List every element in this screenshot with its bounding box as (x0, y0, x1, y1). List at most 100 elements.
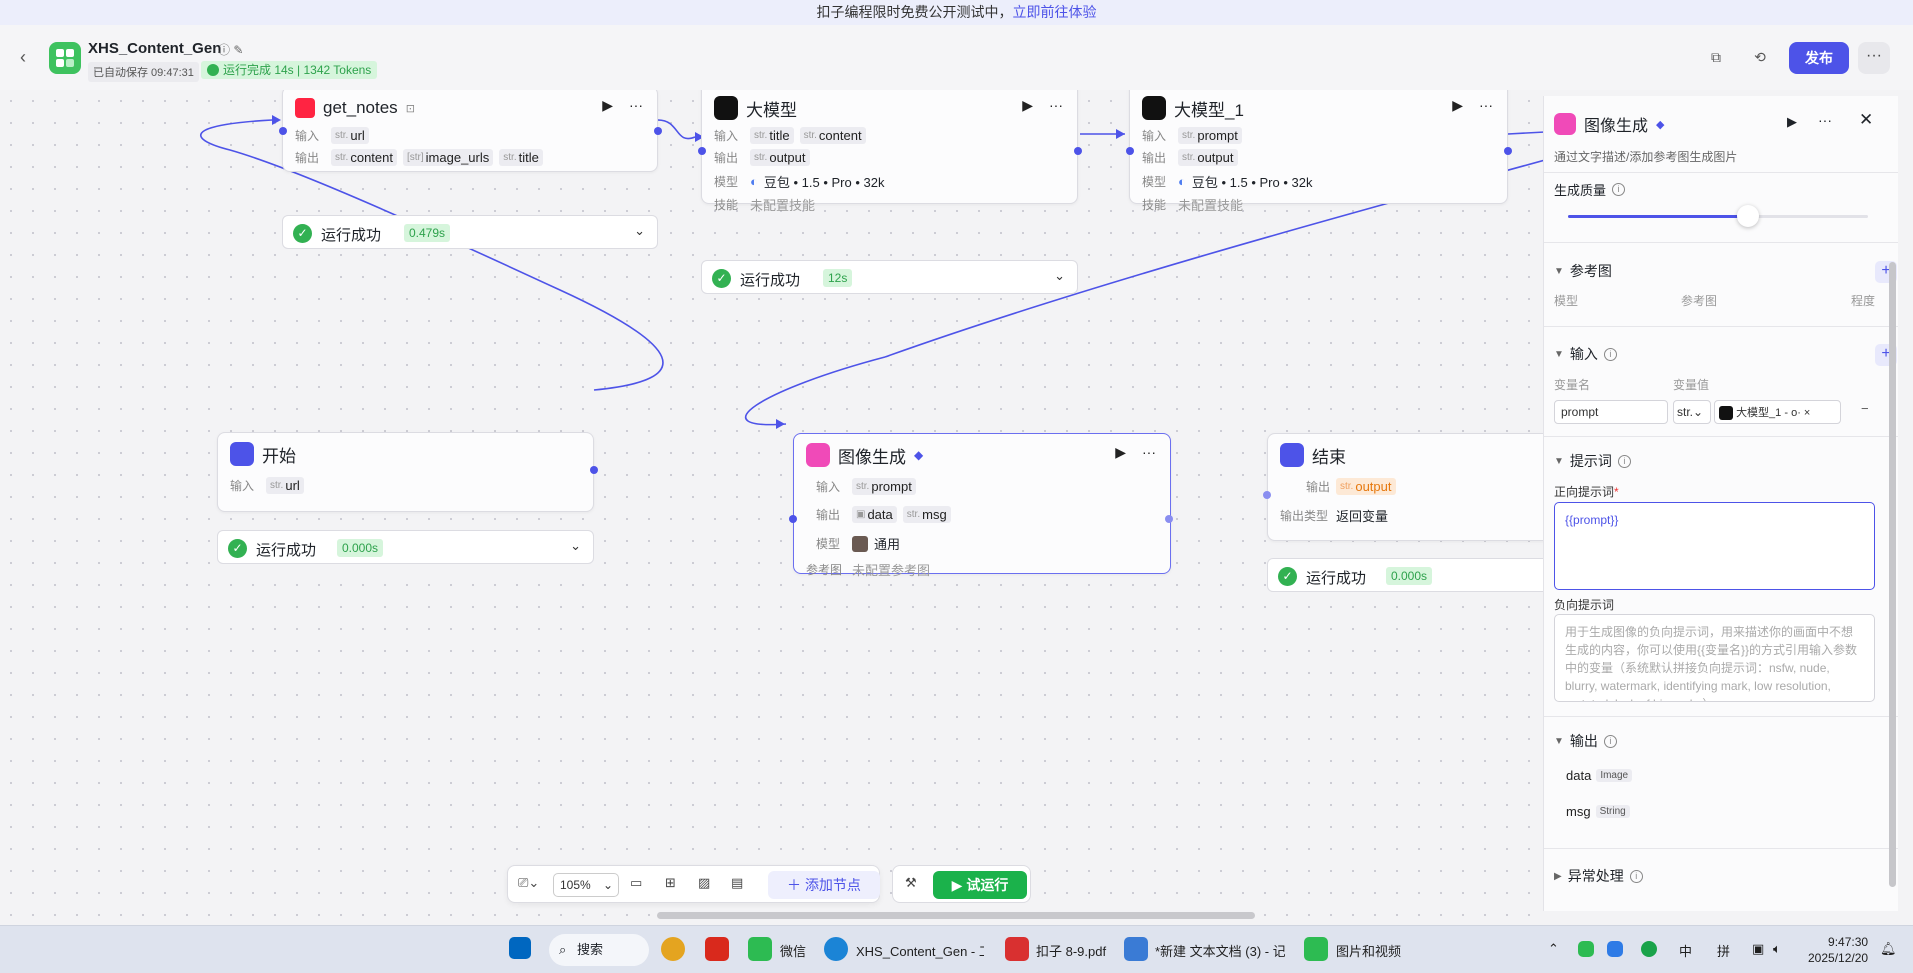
doubao-icon: ◐ (1178, 174, 1186, 189)
tray-icon[interactable] (1607, 941, 1623, 957)
output-param: [str] image_urls (403, 149, 494, 166)
history-icon[interactable]: ⟲ (1751, 49, 1769, 67)
chevron-down-icon[interactable]: ▼ (1554, 456, 1564, 467)
wechat-tray-icon[interactable] (1578, 941, 1594, 957)
var-type-select[interactable]: str.⌄ (1673, 400, 1711, 424)
chevron-down-icon[interactable]: ⌄ (634, 223, 645, 239)
taskbar-search[interactable]: ⌕ 搜索 (549, 934, 649, 966)
run-icon[interactable]: ▶ (1115, 444, 1126, 461)
wps-icon[interactable] (705, 937, 729, 961)
output-port[interactable] (1165, 515, 1173, 523)
positive-prompt-input[interactable]: {{prompt}} (1554, 502, 1875, 590)
chevron-down-icon[interactable]: ▼ (1554, 736, 1564, 747)
tray-app-icon[interactable] (1641, 941, 1657, 957)
info-icon[interactable]: ⓘ (218, 43, 230, 57)
model-avatar (852, 535, 868, 552)
success-icon: ✓ (1278, 567, 1297, 586)
input-port[interactable] (698, 147, 706, 155)
more-icon[interactable]: ··· (1479, 97, 1493, 114)
zoom-select[interactable]: 105% ⌄ (553, 873, 619, 897)
output-port[interactable] (1504, 147, 1512, 155)
input-port[interactable] (279, 127, 287, 135)
add-node-button[interactable]: ＋ 添加节点 (768, 871, 880, 899)
mouse-mode-icon[interactable]: ⎚⌄ (518, 875, 539, 891)
node-llm-1[interactable]: 大模型_1 ▶ ··· 输入 str. prompt 输出 str. output 模… (1126, 90, 1512, 213)
run-result-bar[interactable]: ✓ 运行成功 12s ⌄ (701, 260, 1078, 294)
node-llm[interactable]: 大模型 ▶ ··· 输入 str. title str. content 输出 str… (698, 90, 1082, 213)
var-ref-select[interactable]: 大模型_1 - o· × (1714, 400, 1841, 424)
more-icon[interactable]: ··· (1142, 444, 1156, 461)
xiaohongshu-icon (295, 98, 315, 118)
run-icon[interactable]: ▶ (1452, 97, 1463, 114)
node-get-notes[interactable]: get_notes ⊡ ▶ ··· 输入 str. url 输出 str. conte… (279, 90, 662, 172)
trial-run-button[interactable]: ▶ 试运行 (933, 871, 1027, 899)
more-menu-button[interactable]: ··· (1858, 42, 1890, 74)
layout-icon[interactable]: ⊞ (665, 875, 676, 891)
network-icon[interactable]: ▣ (1752, 941, 1764, 957)
chevron-down-icon[interactable]: ⌄ (1054, 268, 1065, 284)
wrench-icon[interactable]: ⚒ (905, 875, 917, 891)
more-icon[interactable]: ··· (629, 97, 643, 114)
input-port[interactable] (1263, 491, 1271, 499)
image-icon[interactable]: ▨ (698, 875, 710, 891)
quality-slider[interactable] (1568, 205, 1868, 227)
input-port[interactable] (789, 515, 797, 523)
chevron-down-icon[interactable]: ⌄ (570, 538, 581, 554)
run-icon[interactable]: ▶ (1022, 97, 1033, 114)
more-icon[interactable]: ··· (1049, 97, 1063, 114)
chevron-down-icon[interactable]: ▼ (1554, 349, 1564, 360)
info-icon: i (1612, 183, 1626, 196)
system-clock[interactable]: 9:47:30 2025/12/20 (1808, 934, 1868, 966)
wechat-icon[interactable] (748, 937, 772, 961)
edit-icon[interactable]: ✎ (233, 43, 243, 57)
node-end[interactable]: 结束 输出 str. output 输出类型 返回变量 (1263, 433, 1545, 541)
app-header: ‹ XHS_Content_Gen ⓘ ✎ 已自动保存 09:47:31 运行完… (0, 25, 1913, 90)
back-icon[interactable]: ‹ (20, 47, 34, 67)
verified-icon: ◆ (914, 448, 924, 462)
publish-button[interactable]: 发布 (1789, 42, 1849, 74)
run-result-bar[interactable]: ✓ 运行成功 0.000s (1267, 558, 1545, 592)
image-gen-icon (1554, 113, 1576, 135)
chevron-down-icon[interactable]: ▼ (1554, 266, 1564, 277)
notepad-icon[interactable] (1124, 937, 1148, 961)
horizontal-scrollbar[interactable] (657, 912, 1255, 919)
output-port[interactable] (590, 466, 598, 474)
canvas-toolbar: ⎚⌄ 105% ⌄ ▭ ⊞ ▨ ▤ ＋ 添加节点 (507, 865, 880, 903)
info-icon: i (1629, 869, 1643, 883)
chevron-up-icon[interactable]: ⌃ (1548, 941, 1559, 957)
more-icon[interactable]: ··· (1818, 112, 1832, 128)
panel-scrollbar[interactable] (1889, 262, 1896, 887)
slider-handle[interactable] (1737, 205, 1759, 227)
copy-icon[interactable]: ⧉ (1707, 49, 1725, 67)
minimap-icon[interactable]: ▤ (731, 875, 743, 891)
pdf-icon[interactable] (1005, 937, 1029, 961)
negative-prompt-input[interactable]: 用于生成图像的负向提示词，用来描述你的画面中不想生成的内容，你可以使用{{变量名… (1554, 614, 1875, 702)
chevron-right-icon[interactable]: ▶ (1554, 871, 1562, 882)
edge-icon[interactable] (824, 937, 848, 961)
run-status-badge[interactable]: 运行完成 14s | 1342 Tokens (201, 61, 378, 79)
output-param: str. title (499, 149, 543, 166)
node-start[interactable]: 开始 输入 str. url (217, 432, 598, 512)
copilot-icon[interactable] (661, 937, 685, 961)
llm-icon (714, 96, 738, 120)
run-result-bar[interactable]: ✓ 运行成功 0.000s ⌄ (217, 530, 594, 564)
success-icon: ✓ (228, 539, 247, 558)
run-icon[interactable]: ▶ (1787, 114, 1797, 130)
banner-link[interactable]: 立即前往体验 (1013, 4, 1097, 20)
node-image-gen[interactable]: 图像生成 ◆ ▶ ··· 输入 str. prompt 输出 ▣ data str. m… (789, 433, 1173, 578)
notification-bell-icon[interactable]: 🔔︎ (1880, 941, 1897, 957)
comment-icon[interactable]: ▭ (630, 875, 642, 891)
windows-start-icon[interactable] (509, 937, 531, 959)
workflow-logo-icon (49, 42, 81, 74)
var-name-input[interactable]: prompt (1554, 400, 1668, 424)
output-port[interactable] (654, 127, 662, 135)
remove-icon[interactable]: − (1861, 401, 1869, 416)
photos-icon[interactable] (1304, 937, 1328, 961)
close-icon[interactable]: ✕ (1859, 110, 1873, 130)
input-port[interactable] (1126, 147, 1134, 155)
output-port[interactable] (1074, 147, 1082, 155)
run-icon[interactable]: ▶ (602, 97, 613, 114)
workflow-canvas[interactable]: get_notes ⊡ ▶ ··· 输入 str. url 输出 str. conte… (0, 90, 1545, 925)
volume-icon[interactable]: 🔈︎ (1773, 941, 1781, 957)
run-result-bar[interactable]: ✓ 运行成功 0.479s ⌄ (282, 215, 658, 249)
